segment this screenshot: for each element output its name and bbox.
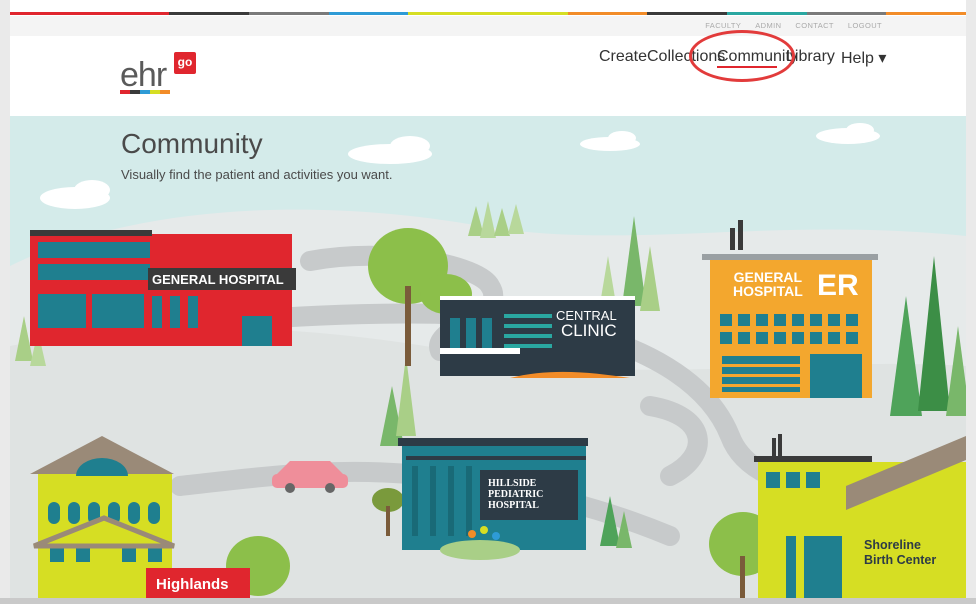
hillside-label: HILLSIDE PEDIATRIC HOSPITAL	[488, 478, 543, 511]
utility-links: FACULTY ADMIN CONTACT LOGOUT	[705, 21, 882, 30]
general-er-label-line1: GENERAL	[733, 269, 803, 285]
brand-color-stripe	[10, 12, 967, 15]
general-hospital-building[interactable]	[30, 230, 296, 346]
annotation-circle	[689, 30, 795, 82]
central-clinic-label-line2: CLINIC	[560, 321, 617, 340]
general-er-label-line2: HOSPITAL	[733, 283, 803, 299]
logo-color-bar	[120, 90, 170, 94]
hillside-label-line1: HILLSIDE	[488, 478, 537, 489]
community-map	[10, 116, 966, 598]
window-frame-bottom	[0, 598, 976, 604]
highlands-label: Highlands	[156, 576, 229, 593]
window-frame-left	[0, 0, 10, 604]
shoreline-birth-center-building[interactable]	[754, 434, 966, 598]
shoreline-label-line1: Shoreline	[864, 538, 921, 552]
logout-link[interactable]: LOGOUT	[848, 21, 882, 30]
window-frame-right	[966, 0, 976, 604]
general-er-label: GENERAL HOSPITAL	[733, 270, 803, 298]
page-subtitle: Visually find the patient and activities…	[121, 167, 393, 182]
logo-badge: go	[174, 52, 196, 74]
faculty-link[interactable]: FACULTY	[705, 21, 741, 30]
shoreline-label: Shoreline Birth Center	[864, 538, 936, 568]
nav-help-dropdown[interactable]: Help ▾	[841, 48, 886, 68]
page-title: Community	[121, 128, 263, 159]
hillside-label-line2: PEDIATRIC	[488, 489, 544, 500]
central-clinic-label: CENTRAL CLINIC	[556, 309, 617, 339]
shoreline-label-line2: Birth Center	[864, 553, 937, 567]
general-er-badge: ER	[817, 269, 859, 302]
admin-link[interactable]: ADMIN	[755, 21, 781, 30]
contact-link[interactable]: CONTACT	[795, 21, 834, 30]
hillside-label-line3: HOSPITAL	[488, 500, 539, 511]
general-hospital-label: GENERAL HOSPITAL	[152, 272, 284, 287]
ehrgo-logo[interactable]: ehr go	[120, 52, 200, 98]
nav-create[interactable]: Create	[599, 48, 647, 66]
